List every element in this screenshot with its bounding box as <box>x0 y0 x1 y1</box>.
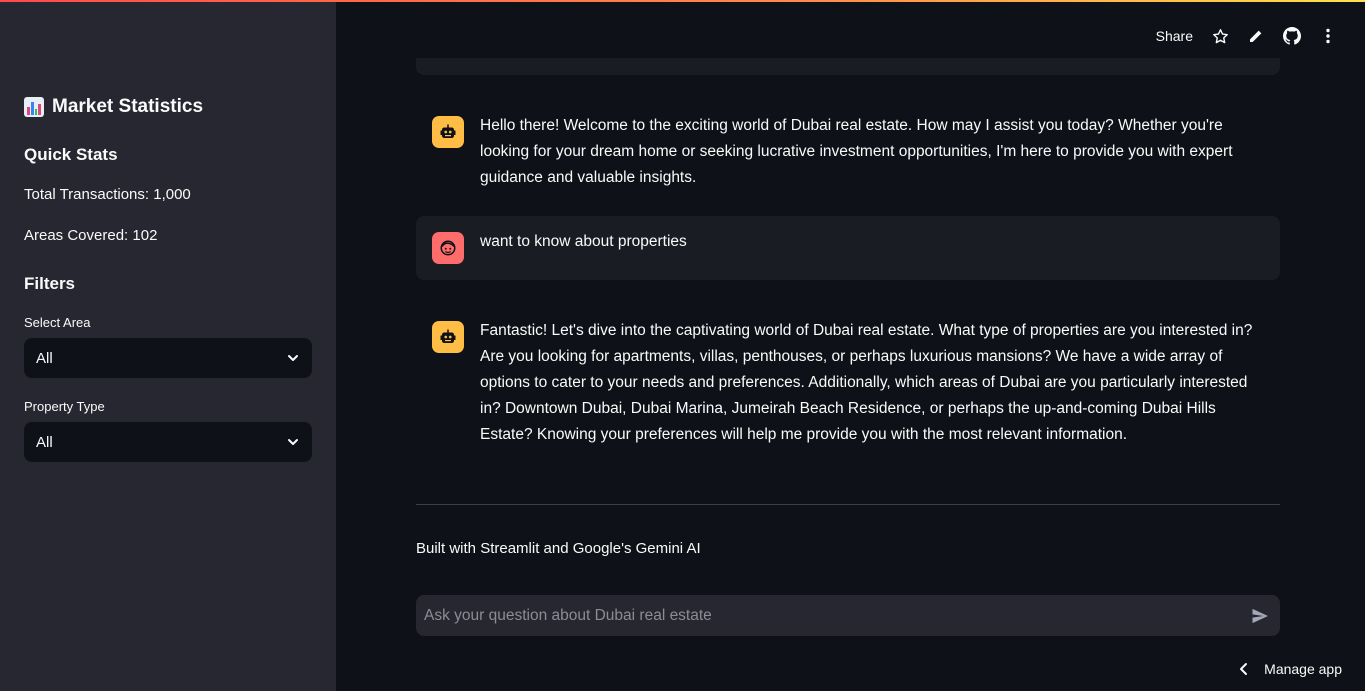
robot-icon <box>440 329 456 343</box>
manage-app-label: Manage app <box>1264 661 1342 677</box>
footer-caption: Built with Streamlit and Google's Gemini… <box>416 540 701 557</box>
property-type-dropdown[interactable]: All <box>24 422 312 462</box>
sidebar-title: Market Statistics <box>24 96 203 118</box>
share-button[interactable]: Share <box>1156 28 1193 44</box>
chat-message-assistant: Fantastic! Let's dive into the captivati… <box>416 305 1280 464</box>
select-area-dropdown[interactable]: All <box>24 338 312 378</box>
header-toolbar: Share <box>1156 26 1337 46</box>
more-menu-icon[interactable] <box>1319 27 1337 45</box>
quick-stats-heading: Quick Stats <box>24 145 118 164</box>
message-text: Fantastic! Let's dive into the captivati… <box>480 322 1253 443</box>
chat-message-user: want to know about properties <box>416 216 1280 280</box>
sidebar: Market Statistics Quick Stats Total Tran… <box>0 0 336 691</box>
chat-message-assistant: Hello there! Welcome to the exciting wor… <box>416 100 1280 207</box>
chat-input[interactable] <box>424 606 1248 625</box>
filters-heading: Filters <box>24 274 76 293</box>
message-text: want to know about properties <box>480 233 687 250</box>
assistant-avatar <box>432 321 464 353</box>
property-type-label: Property Type <box>24 399 105 414</box>
sidebar-title-text: Market Statistics <box>52 96 204 117</box>
github-icon[interactable] <box>1283 27 1301 45</box>
chat-input-container <box>416 595 1280 636</box>
robot-icon <box>440 124 456 138</box>
select-area-value: All <box>36 349 53 367</box>
previous-message-container <box>416 58 1280 75</box>
face-icon <box>440 240 456 256</box>
total-transactions-stat: Total Transactions: 1,000 <box>24 186 191 203</box>
chevron-down-icon <box>288 355 298 361</box>
send-icon <box>1252 608 1268 623</box>
send-button[interactable] <box>1248 604 1272 628</box>
areas-covered-stat: Areas Covered: 102 <box>24 227 158 244</box>
property-type-value: All <box>36 433 53 451</box>
top-decoration-bar <box>0 0 1365 2</box>
select-area-label: Select Area <box>24 315 91 330</box>
chevron-down-icon <box>288 439 298 445</box>
user-avatar <box>432 232 464 264</box>
manage-app-button[interactable]: Manage app <box>1238 661 1342 677</box>
chevron-left-icon <box>1240 663 1248 675</box>
horizontal-divider <box>416 504 1280 505</box>
star-icon[interactable] <box>1211 27 1229 45</box>
edit-pencil-icon[interactable] <box>1247 27 1265 45</box>
bar-chart-emoji-icon <box>24 97 44 117</box>
assistant-avatar <box>432 116 464 148</box>
message-text: Hello there! Welcome to the exciting wor… <box>480 117 1233 186</box>
